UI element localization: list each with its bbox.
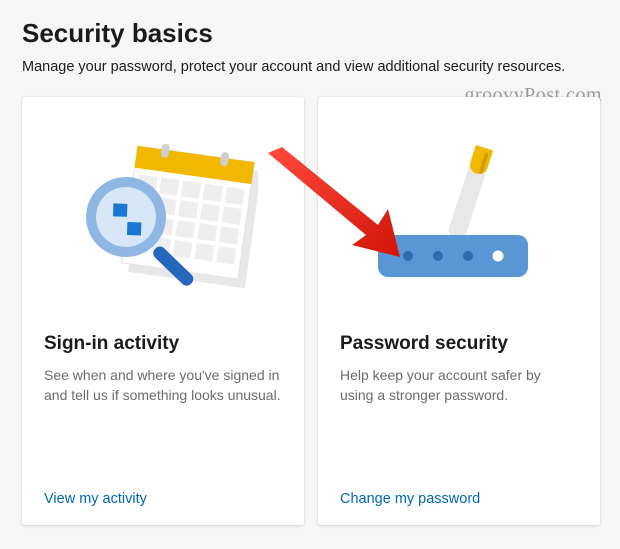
card-password-security[interactable]: Password security Help keep your account…	[318, 97, 600, 525]
password-pen-icon	[354, 137, 564, 307]
card-description: See when and where you've signed in and …	[44, 365, 282, 406]
card-title: Sign-in activity	[44, 333, 282, 355]
card-sign-in-activity[interactable]: Sign-in activity See when and where you'…	[22, 97, 304, 525]
security-basics-page: Security basics Manage your password, pr…	[0, 0, 620, 525]
card-title: Password security	[340, 333, 578, 355]
sign-in-activity-illustration	[44, 117, 282, 327]
change-my-password-link[interactable]: Change my password	[340, 481, 578, 507]
calendar-magnifier-icon	[68, 137, 258, 307]
card-description: Help keep your account safer by using a …	[340, 365, 578, 406]
page-title: Security basics	[22, 18, 604, 49]
page-subtitle: Manage your password, protect your accou…	[22, 59, 604, 75]
password-security-illustration	[340, 117, 578, 327]
view-my-activity-link[interactable]: View my activity	[44, 481, 282, 507]
cards-row: Sign-in activity See when and where you'…	[22, 97, 604, 525]
